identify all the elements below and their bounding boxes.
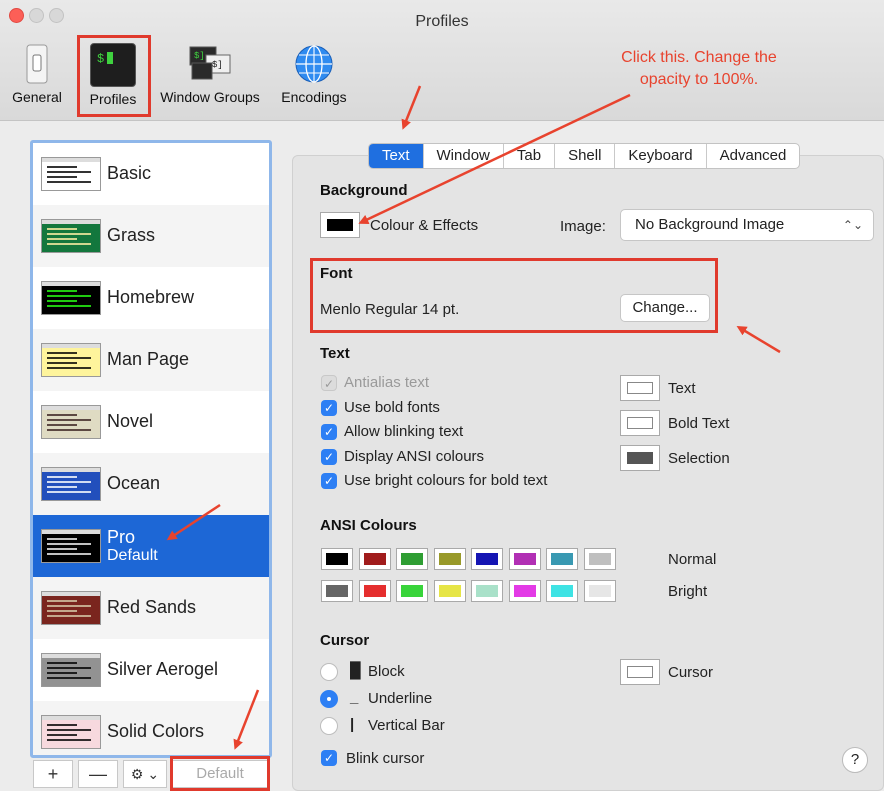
annotation-arrows (166, 85, 781, 750)
annotation-arrow-colour-effects (358, 93, 631, 224)
annotation-arrow-pro (166, 503, 221, 541)
annotation-arrow-font (736, 325, 781, 354)
annotation-arrow-default (233, 689, 260, 750)
annotation-arrow-text-tab (401, 85, 422, 130)
